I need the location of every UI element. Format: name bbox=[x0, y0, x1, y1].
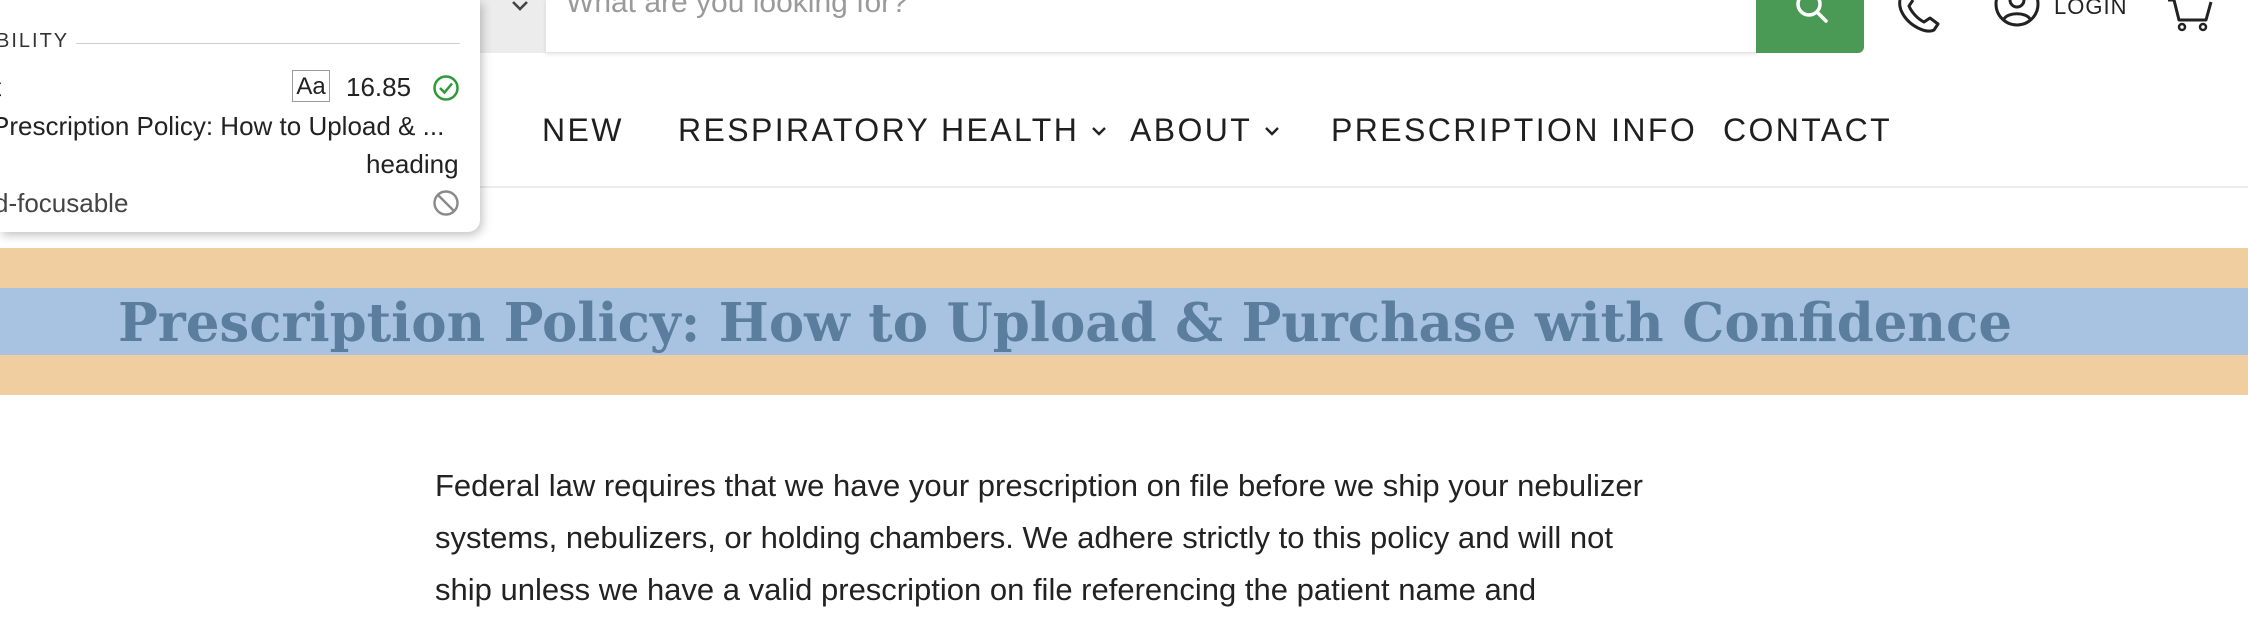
cart-icon bbox=[2168, 0, 2213, 32]
search-button[interactable] bbox=[1756, 0, 1864, 53]
login-link[interactable]: LOGIN bbox=[2054, 0, 2127, 20]
chevron-down-icon bbox=[512, 1, 528, 11]
accessibility-section-label: BILITY bbox=[0, 30, 70, 52]
policy-text-line: Federal law requires that we have your p… bbox=[435, 468, 1643, 503]
account-button[interactable] bbox=[1994, 0, 2040, 35]
not-allowed-icon bbox=[433, 190, 459, 216]
section-divider bbox=[76, 43, 460, 44]
accessible-name-value: Prescription Policy: How to Upload & ... bbox=[0, 111, 445, 141]
keyboard-focusable-label: d-focusable bbox=[0, 188, 129, 218]
contrast-value: 16.85 bbox=[346, 72, 412, 102]
nav-item-respiratory-health[interactable]: RESPIRATORY HEALTH bbox=[678, 112, 1107, 149]
nav-item-label: ABOUT bbox=[1130, 112, 1253, 148]
chevron-down-icon bbox=[1092, 126, 1107, 136]
check-circle-icon bbox=[433, 75, 459, 101]
nav-item-label: CONTACT bbox=[1723, 112, 1893, 148]
accessible-role-value: heading bbox=[366, 149, 459, 179]
nav-item-label: RESPIRATORY HEALTH bbox=[678, 112, 1080, 148]
page-title: Prescription Policy: How to Upload & Pur… bbox=[117, 292, 2013, 354]
contrast-badge: Aa bbox=[292, 70, 330, 102]
nav-item-contact[interactable]: CONTACT bbox=[1723, 112, 1892, 149]
search-input[interactable]: What are you looking for? bbox=[545, 0, 1757, 53]
search-placeholder: What are you looking for? bbox=[566, 0, 908, 19]
nav-item-about[interactable]: ABOUT bbox=[1130, 112, 1280, 149]
cart-button[interactable] bbox=[2166, 0, 2216, 37]
nav-item-label: PRESCRIPTION INFO bbox=[1331, 112, 1698, 148]
nav-item-new[interactable]: NEW bbox=[542, 112, 624, 149]
contrast-label: t bbox=[0, 72, 1, 103]
user-icon bbox=[1994, 0, 2040, 27]
nav-item-label: NEW bbox=[542, 112, 624, 148]
phone-button[interactable] bbox=[1894, 0, 1948, 41]
policy-text: Federal law requires that we have your p… bbox=[435, 460, 1725, 616]
phone-icon bbox=[1898, 0, 1940, 33]
chevron-down-icon bbox=[1265, 126, 1280, 136]
search-icon bbox=[1796, 0, 1828, 23]
policy-text-line: systems, nebulizers, or holding chambers… bbox=[435, 520, 1613, 555]
nav-item-prescription-info[interactable]: PRESCRIPTION INFO bbox=[1331, 112, 1697, 149]
inspector-tooltip: BILITY t Aa 16.85 Prescription Policy: H… bbox=[0, 0, 480, 232]
policy-text-line: ship unless we have a valid prescription… bbox=[435, 572, 1537, 607]
